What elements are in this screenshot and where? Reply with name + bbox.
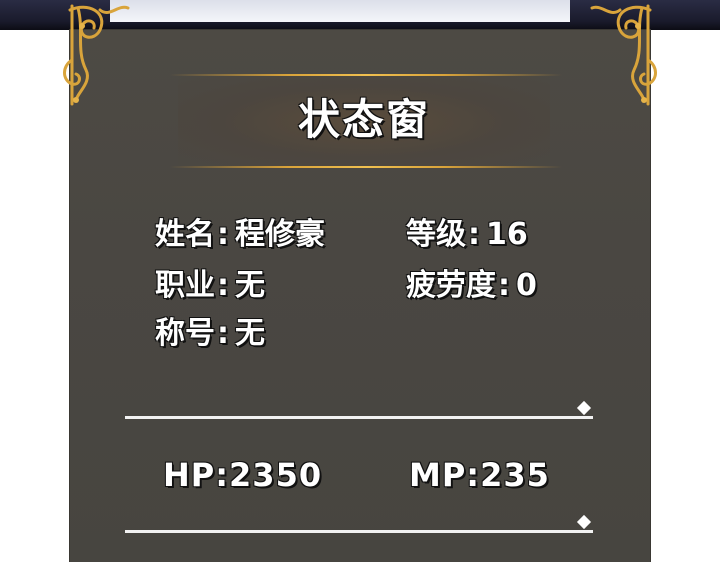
- section-divider-top: [125, 416, 593, 419]
- vital-separator: :: [215, 456, 230, 494]
- vital-mp: MP:235: [409, 453, 550, 497]
- stat-title-value: 无: [235, 316, 265, 351]
- stat-job-label: 职业: [155, 268, 215, 303]
- stat-level-value: 16: [486, 217, 528, 252]
- vital-hp-label: HP: [163, 456, 216, 494]
- status-window-title: 状态窗: [297, 95, 430, 144]
- stat-fatigue-label: 疲劳度: [406, 268, 496, 303]
- stat-level-label: 等级: [406, 217, 466, 252]
- stat-fatigue-value: 0: [516, 268, 537, 303]
- vital-mp-label: MP: [409, 456, 467, 494]
- gold-filigree-corner-right-icon: [590, 4, 657, 106]
- vital-mp-value: 235: [480, 456, 550, 494]
- stat-separator: :: [468, 217, 480, 252]
- vital-hp-value: 2350: [229, 456, 323, 494]
- stat-name: 姓名: 程修豪: [155, 215, 325, 255]
- stat-name-value: 程修豪: [235, 217, 325, 252]
- background-strip-highlight: [110, 0, 570, 22]
- stat-separator: :: [217, 217, 229, 252]
- stat-title-label: 称号: [155, 316, 215, 351]
- stat-name-label: 姓名: [155, 217, 215, 252]
- section-divider-bottom: [125, 530, 593, 533]
- gold-filigree-corner-left-icon: [63, 4, 130, 106]
- stat-separator: :: [217, 316, 229, 351]
- stat-title: 称号: 无: [155, 314, 265, 354]
- stat-separator: :: [217, 268, 229, 303]
- stat-separator: :: [498, 268, 510, 303]
- stat-job: 职业: 无: [155, 266, 265, 306]
- title-bottom-rule: [170, 166, 562, 168]
- stat-level: 等级: 16: [406, 215, 528, 255]
- vital-separator: :: [466, 456, 481, 494]
- title-top-rule: [170, 74, 562, 76]
- vital-hp: HP:2350: [163, 453, 322, 497]
- stat-job-value: 无: [235, 268, 265, 303]
- stat-fatigue: 疲劳度: 0: [406, 266, 537, 306]
